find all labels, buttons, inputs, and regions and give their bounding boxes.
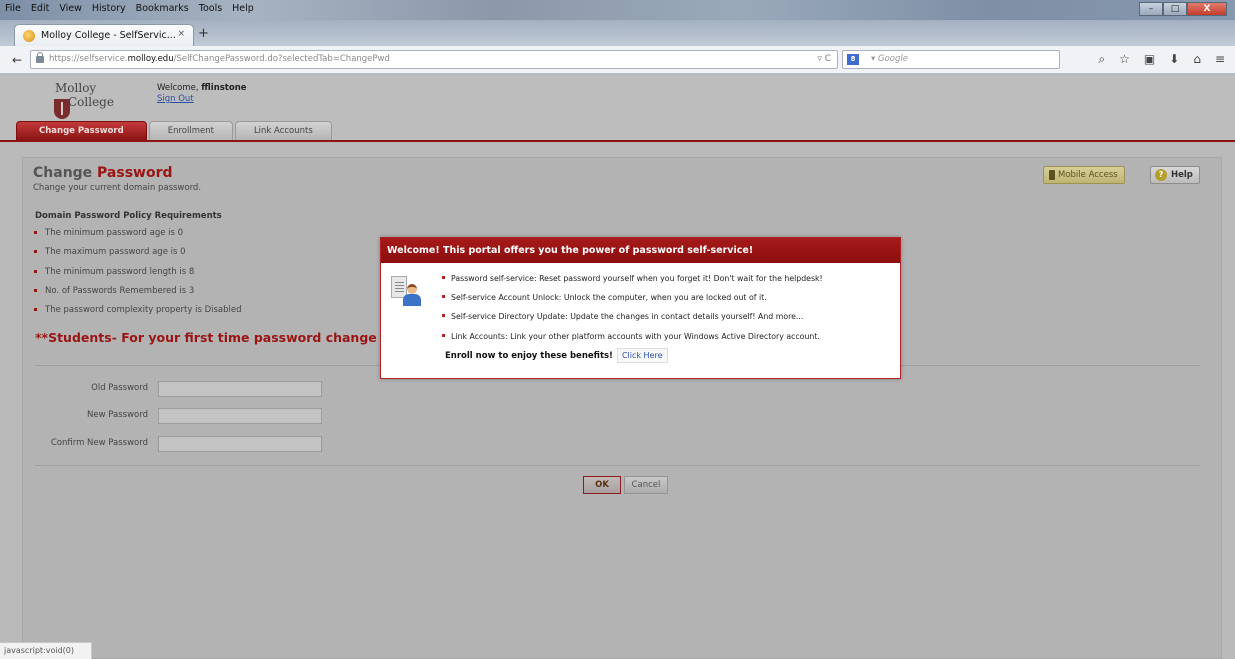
url-path: /SelfChangePassword.do?selectedTab=Chang… xyxy=(173,54,390,64)
browser-tab-title: Molloy College - SelfServic... xyxy=(41,30,176,41)
logo-text-top: Molloy xyxy=(55,81,97,95)
menu-tools[interactable]: Tools xyxy=(198,3,223,14)
new-password-row: New Password xyxy=(23,408,353,424)
person-body-icon xyxy=(403,294,421,306)
home-icon[interactable]: ⌂ xyxy=(1193,52,1201,67)
old-password-input[interactable] xyxy=(158,381,322,397)
list-item: Self-service Account Unlock: Unlock the … xyxy=(441,293,823,312)
username: fflinstone xyxy=(201,83,247,93)
close-window-button[interactable]: X xyxy=(1187,2,1227,16)
browser-navbar: ← https://selfservice.molloy.edu/SelfCha… xyxy=(0,46,1235,74)
ok-button[interactable]: OK xyxy=(583,476,621,494)
helpdesk-person-icon xyxy=(391,276,421,306)
page-subtitle: Change your current domain password. xyxy=(33,183,202,193)
site-header: Molloy College Welcome, fflinstone Sign … xyxy=(0,75,1235,142)
favicon-icon xyxy=(23,29,35,42)
list-item: The minimum password age is 0 xyxy=(31,228,242,247)
bookmark-star-icon[interactable]: ☆ xyxy=(1119,52,1130,67)
students-note: **Students- For your first time password… xyxy=(35,330,380,345)
menu-bar: File Edit View History Bookmarks Tools H… xyxy=(4,3,255,14)
policy-list: The minimum password age is 0 The maximu… xyxy=(31,228,242,324)
tab-link-accounts[interactable]: Link Accounts xyxy=(234,121,332,140)
cancel-button[interactable]: Cancel xyxy=(624,476,668,494)
menu-view[interactable]: View xyxy=(58,3,83,14)
window-controls: – □ X xyxy=(1139,2,1227,16)
page-title-accent: Password xyxy=(97,165,173,181)
new-password-input[interactable] xyxy=(158,408,322,424)
window-titlebar: File Edit View History Bookmarks Tools H… xyxy=(0,0,1235,22)
confirm-password-input[interactable] xyxy=(158,436,322,452)
confirm-password-label: Confirm New Password xyxy=(50,438,148,448)
menu-history[interactable]: History xyxy=(91,3,127,14)
menu-file[interactable]: File xyxy=(4,3,22,14)
menu-help[interactable]: Help xyxy=(231,3,255,14)
list-item: The password complexity property is Disa… xyxy=(31,305,242,324)
reload-icon[interactable]: ▿ C xyxy=(817,51,831,68)
content-panel: Change Password Change your current doma… xyxy=(22,157,1222,659)
browser-tab-active[interactable]: Molloy College - SelfServic... × xyxy=(14,24,194,46)
tab-enrollment[interactable]: Enrollment xyxy=(148,121,233,140)
new-tab-button[interactable]: + xyxy=(198,26,209,41)
welcome-modal: Welcome! This portal offers you the powe… xyxy=(380,237,901,379)
minimize-button[interactable]: – xyxy=(1139,2,1163,16)
list-item: Self-service Directory Update: Update th… xyxy=(441,312,823,331)
maximize-button[interactable]: □ xyxy=(1163,2,1187,16)
close-tab-icon[interactable]: × xyxy=(177,29,185,39)
page-title-prefix: Change xyxy=(33,165,93,181)
search-icon[interactable]: ⌕ xyxy=(1098,52,1105,67)
new-password-label: New Password xyxy=(87,410,148,420)
welcome-text: Welcome, fflinstone xyxy=(157,83,247,93)
list-item: The minimum password length is 8 xyxy=(31,267,242,286)
menu-icon[interactable]: ≡ xyxy=(1215,52,1225,67)
college-logo: Molloy College xyxy=(40,81,140,123)
policy-title: Domain Password Policy Requirements xyxy=(35,211,222,221)
list-item: No. of Passwords Remembered is 3 xyxy=(31,286,242,305)
menu-bookmarks[interactable]: Bookmarks xyxy=(135,3,190,14)
confirm-password-row: Confirm New Password xyxy=(23,436,353,452)
url-prefix: https://selfservice. xyxy=(49,54,128,64)
welcome-label: Welcome, xyxy=(157,83,199,93)
person-head-icon xyxy=(407,284,417,294)
help-button[interactable]: ? Help xyxy=(1150,166,1200,184)
mobile-access-button[interactable]: Mobile Access xyxy=(1043,166,1125,184)
modal-benefits-list: Password self-service: Reset password yo… xyxy=(441,274,823,351)
enroll-text: Enroll now to enjoy these benefits! xyxy=(445,350,613,361)
tab-underline xyxy=(0,140,1235,142)
url-host: molloy.edu xyxy=(127,54,174,64)
old-password-row: Old Password xyxy=(23,381,353,397)
browser-tabstrip: Molloy College - SelfServic... × + xyxy=(0,20,1235,46)
google-search-engine-icon[interactable]: 8 xyxy=(847,54,859,65)
divider xyxy=(35,465,1200,466)
page-title: Change Password xyxy=(33,165,173,181)
menu-edit[interactable]: Edit xyxy=(30,3,50,14)
list-item: The maximum password age is 0 xyxy=(31,247,242,266)
modal-title: Welcome! This portal offers you the powe… xyxy=(381,238,900,263)
url-bar[interactable]: https://selfservice.molloy.edu/SelfChang… xyxy=(30,50,838,69)
old-password-label: Old Password xyxy=(91,383,148,393)
search-placeholder: ▾ Google xyxy=(871,54,908,64)
enroll-line: Enroll now to enjoy these benefits! Clic… xyxy=(445,348,668,363)
logo-text-bottom: College xyxy=(68,95,114,109)
reading-list-icon[interactable]: ▣ xyxy=(1144,52,1155,67)
click-here-link[interactable]: Click Here xyxy=(616,348,668,363)
sign-out-link[interactable]: Sign Out xyxy=(157,94,194,104)
tab-change-password[interactable]: Change Password xyxy=(16,121,147,140)
help-label: Help xyxy=(1171,170,1193,180)
back-button[interactable]: ← xyxy=(12,53,22,67)
download-icon[interactable]: ⬇ xyxy=(1169,52,1179,67)
search-bar[interactable]: 8 ▾ Google xyxy=(842,50,1060,69)
status-bar: javascript:void(0) xyxy=(0,642,92,659)
list-item: Password self-service: Reset password yo… xyxy=(441,274,823,293)
site-tabs: Change Password Enrollment Link Accounts xyxy=(16,121,332,140)
lock-icon xyxy=(36,52,44,63)
help-icon: ? xyxy=(1155,169,1167,181)
nav-icons: ⌕ ☆ ▣ ⬇ ⌂ ≡ xyxy=(1098,52,1225,67)
